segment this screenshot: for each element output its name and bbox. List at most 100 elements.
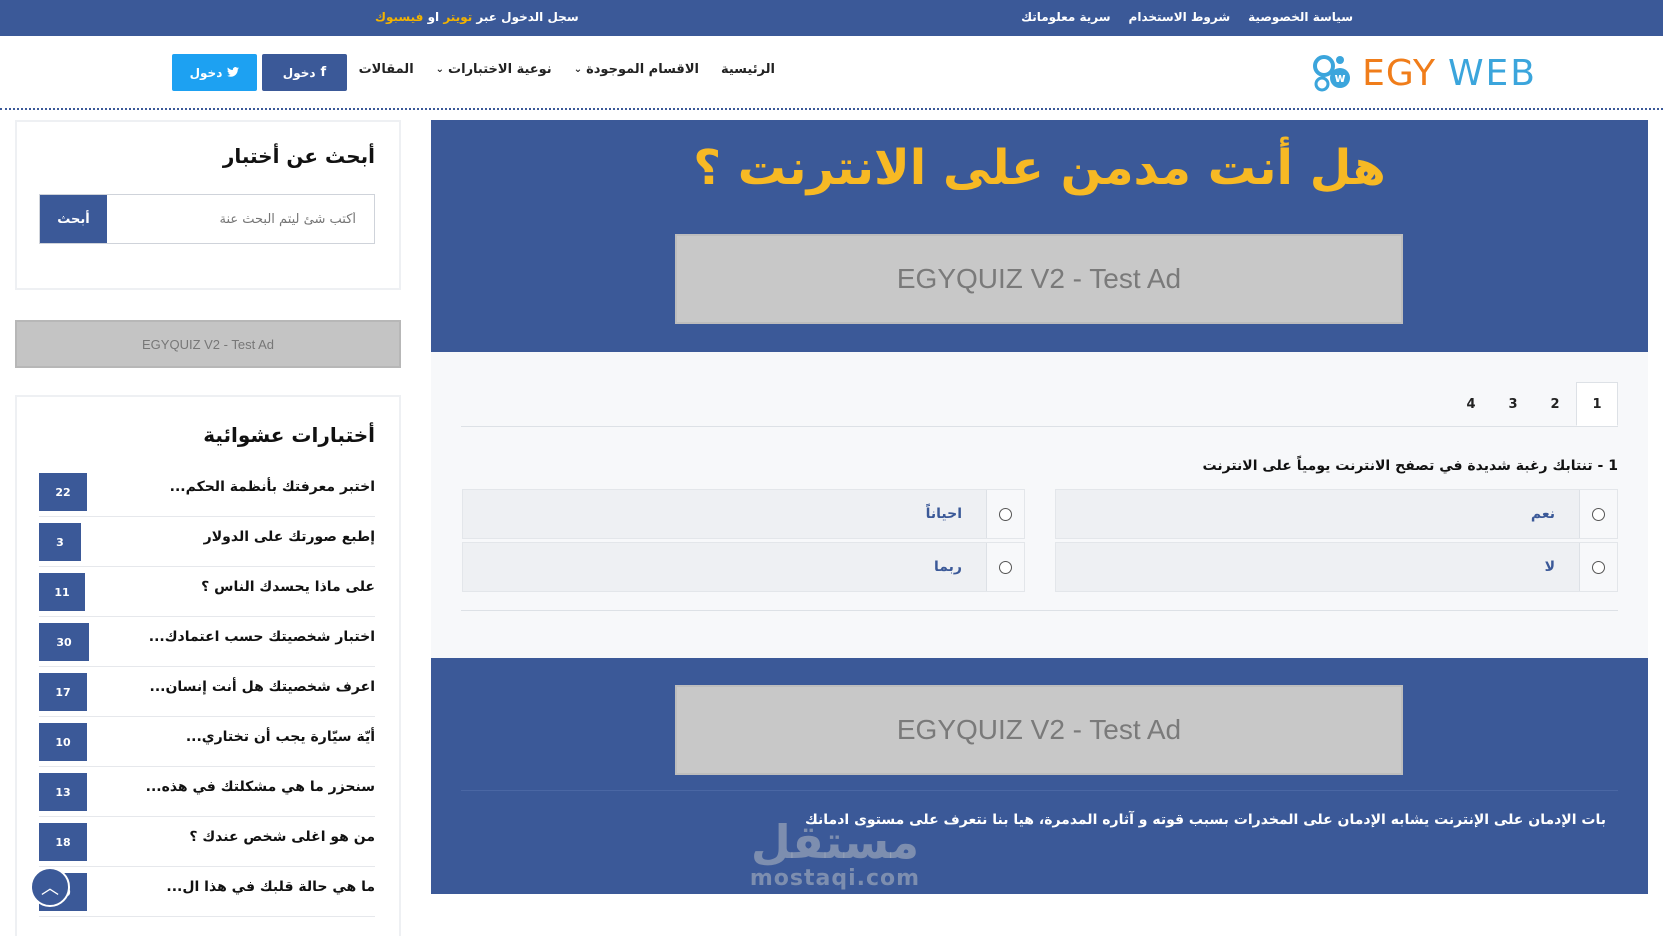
random-quiz-title: ما هي حالة قلبك في هذا ال... [166,879,375,895]
page-tab-4[interactable]: 4 [1450,382,1492,426]
privacy-policy-link[interactable]: سياسة الخصوصية [1248,10,1353,24]
random-quiz-item[interactable]: من هو اغلى شخص عندك ؟ 18 [39,817,375,867]
nav-articles-label: المقالات [358,62,414,77]
pagination-divider [461,426,1618,427]
twitter-icon [227,66,240,80]
top-ad[interactable]: EGYQUIZ V2 - Test Ad [675,234,1403,324]
logo-text-web: WEB [1447,52,1537,94]
radio-container [1579,490,1617,538]
random-quiz-item[interactable]: على ماذا يحسدك الناس ؟ 11 [39,567,375,617]
answer-option-maybe[interactable]: ربما [462,542,1025,592]
sidebar-ad[interactable]: EGYQUIZ V2 - Test Ad [15,320,401,368]
random-quiz-title: إطبع صورتك على الدولار [203,529,375,545]
search-form: أبحث [39,194,375,244]
page-tab-3[interactable]: 3 [1492,382,1534,426]
random-quizzes-widget: أختبارات عشوائية اختبر معرفتك بأنظمة الح… [15,395,401,936]
answer-label: احياناً [925,506,962,522]
answer-label: ربما [934,559,962,575]
terms-link[interactable]: شروط الاستخدام [1129,10,1231,24]
quiz-panel: 1 2 3 4 1 - تنتابك رغبة شديدة في تصفح ال… [431,352,1648,658]
search-input[interactable] [107,195,374,243]
participants-count-badge: 3 [39,523,81,561]
answer-option-sometimes[interactable]: احياناً [462,489,1025,539]
answer-label: لا [1544,559,1555,575]
main-nav: الرئيسية الاقسام الموجودة ⌄ نوعية الاختبا… [359,62,775,77]
twitter-login-link[interactable]: تويتر [443,10,472,24]
participants-count-badge: 17 [39,673,87,711]
or-text: او [423,10,444,24]
random-quiz-item[interactable]: ما هي حالة قلبك في هذا ال...10 [39,867,375,917]
site-header: w EGY WEB الرئيسية الاقسام الموجودة ⌄ نوع… [0,36,1663,110]
quiz-description-box: EGYQUIZ V2 - Test Ad بات الإدمان على الإ… [431,658,1648,894]
logo-text-egy: EGY [1362,52,1436,94]
random-quiz-title: أيّة سيّارة يجب أن تختاري... [185,729,375,745]
logo-mark-icon: w [1310,50,1356,96]
search-widget: أبحث عن أختبار أبحث [15,120,401,290]
participants-count-badge: 11 [39,573,85,611]
search-button[interactable]: أبحث [40,195,107,243]
random-quiz-item[interactable]: اعرف شخصيتك هل أنت إنسان... 17 [39,667,375,717]
random-quizzes-title: أختبارات عشوائية [203,423,375,447]
description-divider [461,790,1618,791]
social-login-hint: سجل الدخول عبر تويتر او فيسبوك [375,10,579,24]
radio-container [986,543,1024,591]
bottom-ad[interactable]: EGYQUIZ V2 - Test Ad [675,685,1403,775]
nav-home[interactable]: الرئيسية [721,62,775,77]
random-quizzes-list: اختبر معرفتك بأنظمة الحكم... 22 إطبع صورتك… [39,467,375,917]
twitter-login-button[interactable]: دخول [172,54,257,91]
quiz-hero: هل أنت مدمن على الانترنت ؟ EGYQUIZ V2 - … [431,120,1648,352]
page-tab-2[interactable]: 2 [1534,382,1576,426]
data-privacy-link[interactable]: سرية معلوماتك [1021,10,1110,24]
participants-count-badge: 18 [39,823,87,861]
quiz-description: بات الإدمان على الإنترنت يشابه الإدمان ع… [805,812,1606,828]
facebook-icon: f [320,65,327,80]
random-quiz-title: اختبار شخصيتك حسب اعتمادك... [148,629,375,645]
random-quiz-item[interactable]: اختبر معرفتك بأنظمة الحكم... 22 [39,467,375,517]
facebook-login-link[interactable]: فيسبوك [375,10,423,24]
radio-button[interactable] [1592,560,1605,574]
answer-option-yes[interactable]: نعم [1055,489,1618,539]
nav-quiz-types-label: نوعية الاختبارات [448,62,552,77]
random-quiz-title: من هو اغلى شخص عندك ؟ [189,829,375,845]
top-bar: سياسة الخصوصية شروط الاستخدام سرية معلوم… [0,0,1663,36]
twitter-login-label: دخول [189,65,223,80]
random-quiz-title: على ماذا يحسدك الناس ؟ [201,579,375,595]
answer-label: نعم [1530,506,1555,522]
radio-container [986,490,1024,538]
participants-count-badge: 10 [39,723,87,761]
nav-home-label: الرئيسية [720,62,775,77]
random-quiz-title: اختبر معرفتك بأنظمة الحكم... [169,479,375,495]
random-quiz-title: اعرف شخصيتك هل أنت إنسان... [149,679,376,695]
answer-option-no[interactable]: لا [1055,542,1618,592]
chevron-down-icon: ⌄ [573,64,583,75]
radio-button[interactable] [1592,507,1605,521]
page-tab-1[interactable]: 1 [1576,382,1618,426]
radio-button[interactable] [999,507,1012,521]
facebook-login-button[interactable]: f دخول [262,54,347,91]
nav-quiz-types[interactable]: نوعية الاختبارات ⌄ [436,62,552,77]
question-text: 1 - تنتابك رغبة شديدة في تصفح الانترنت ي… [1202,458,1618,474]
participants-count-badge: 13 [39,773,87,811]
facebook-login-label: دخول [282,65,316,80]
scroll-to-top-button[interactable]: ︿ [30,867,70,907]
quiz-title: هل أنت مدمن على الانترنت ؟ [693,140,1386,196]
participants-count-badge: 22 [39,473,87,511]
random-quiz-item[interactable]: سنحزر ما هي مشكلتك في هذه... 13 [39,767,375,817]
question-pagination: 1 2 3 4 [1450,382,1618,426]
social-login-prefix: سجل الدخول عبر [472,10,579,24]
radio-container [1579,543,1617,591]
radio-button[interactable] [999,560,1012,574]
svg-text:w: w [1335,71,1346,85]
chevron-down-icon: ⌄ [435,64,445,75]
random-quiz-item[interactable]: أيّة سيّارة يجب أن تختاري... 10 [39,717,375,767]
random-quiz-item[interactable]: إطبع صورتك على الدولار 3 [39,517,375,567]
site-logo[interactable]: w EGY WEB [1310,48,1537,98]
search-widget-title: أبحث عن أختبار [222,144,375,168]
participants-count-badge: 30 [39,623,89,661]
nav-sections-label: الاقسام الموجودة [586,62,699,77]
nav-sections[interactable]: الاقسام الموجودة ⌄ [574,62,699,77]
nav-articles[interactable]: المقالات [359,62,414,77]
random-quiz-title: سنحزر ما هي مشكلتك في هذه... [145,779,375,795]
random-quiz-item[interactable]: اختبار شخصيتك حسب اعتمادك... 30 [39,617,375,667]
options-divider [461,610,1618,611]
